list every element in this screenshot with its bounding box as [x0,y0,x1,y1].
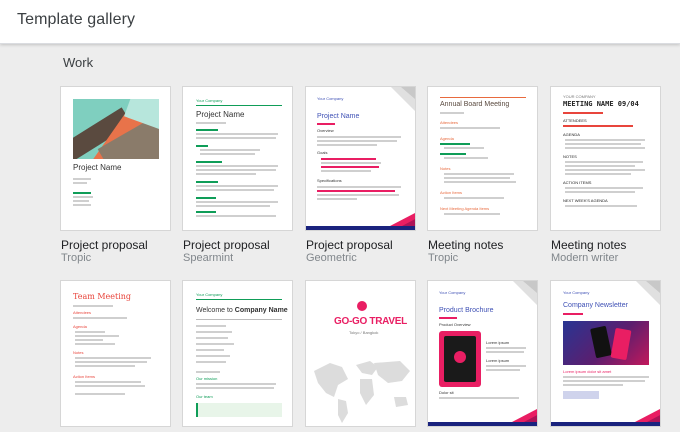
thumb-title: MEETING NAME 09/04 [563,100,639,108]
template-thumbnail: Your Company Company Newsletter Lorem ip… [550,280,661,427]
thumb-title: Welcome to Company Name [196,307,288,314]
top-bar: Template gallery [0,0,680,44]
template-thumbnail: Your Company Project Name Overview Goals… [305,86,416,231]
template-name: Meeting notes [428,238,504,252]
template-thumbnail: Your Company Welcome to Company Name Our… [182,280,293,427]
pin-icon [357,301,367,311]
template-style: Spearmint [183,252,234,264]
thumb-title: GO-GO TRAVEL [334,316,407,327]
geometric-corner-decoration [513,281,537,305]
thumb-title: Company Newsletter [563,302,628,309]
thumb-title: Product Brochure [439,307,494,314]
world-map-graphic [314,361,410,423]
template-name: Project proposal [306,238,393,252]
template-style: Geometric [306,252,357,264]
template-thumbnail: YOUR COMPANY MEETING NAME 09/04 ATTENDEE… [550,86,661,231]
thumb-title: Team Meeting [73,292,132,301]
geometric-footer-decoration [428,409,537,426]
template-thumbnail: Your Company Product Brochure Product Ov… [427,280,538,427]
template-name: Meeting notes [551,238,627,252]
template-thumbnail: Annual Board Meeting Attendees Agenda No… [427,86,538,231]
thumb-title: Project Name [196,110,245,119]
template-name: Project proposal [61,238,148,252]
template-thumbnail: Project Name [60,86,171,231]
template-thumbnail: Your Company Project Name [182,86,293,231]
template-thumbnail: Team Meeting Attendees Agenda Notes Acti… [60,280,171,427]
geometric-footer-decoration [306,213,415,230]
phone-image [439,331,481,387]
template-thumbnail: GO-GO TRAVEL Tokyo / Bangkok [305,280,416,427]
template-style: Tropic [428,252,459,264]
thumb-title: Project Name [317,113,360,120]
geometric-footer-decoration [551,409,660,426]
geometric-corner-decoration [636,281,660,305]
newsletter-hero-image [563,321,649,365]
page-title: Template gallery [17,11,136,28]
template-name: Project proposal [183,238,270,252]
thumb-title: Project Name [73,163,122,172]
cover-art [73,99,159,159]
section-title-work: Work [63,55,94,70]
geometric-corner-decoration [391,87,415,111]
template-style: Tropic [61,252,92,264]
thumb-title: Annual Board Meeting [440,101,510,108]
template-style: Modern writer [551,252,619,264]
